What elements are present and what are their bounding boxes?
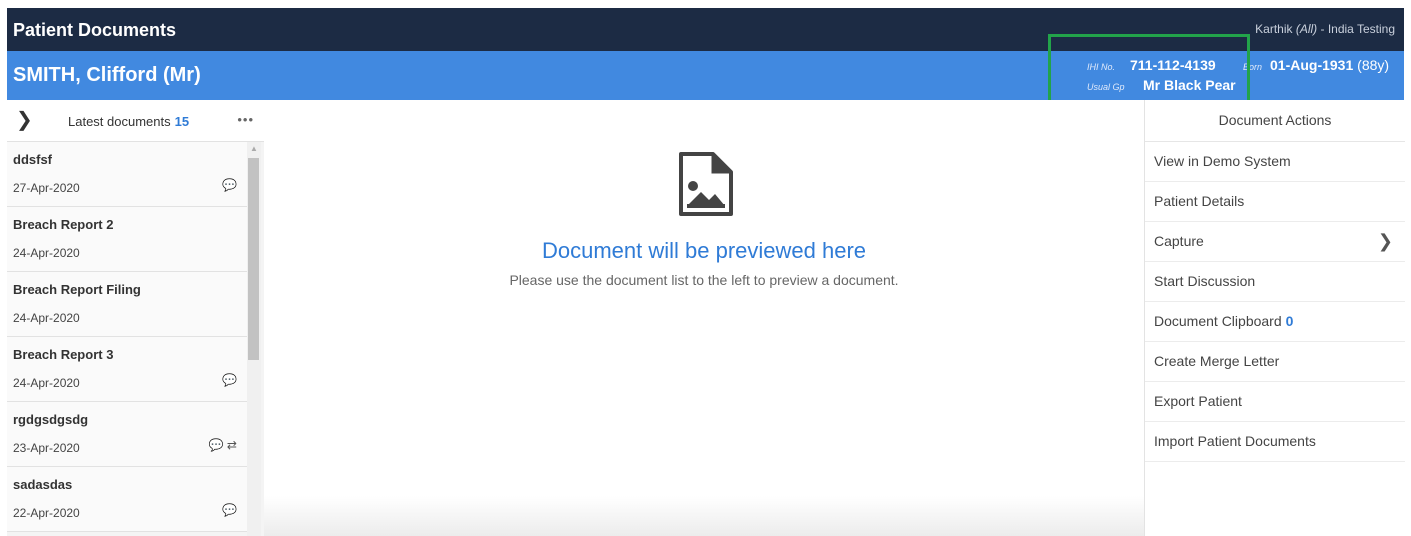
create-merge-letter-button[interactable]: Create Merge Letter bbox=[1145, 342, 1405, 382]
action-label: Document Clipboard bbox=[1154, 313, 1282, 329]
document-name: rgdgsdgsdg bbox=[13, 412, 89, 427]
comment-icon: 💬 bbox=[222, 503, 237, 517]
document-date: 23-Apr-2020 bbox=[13, 441, 80, 455]
document-actions-panel: Document Actions View in Demo System Pat… bbox=[1144, 100, 1405, 536]
action-label: Capture bbox=[1154, 233, 1204, 249]
document-name: sadasdas bbox=[13, 477, 73, 492]
action-label: Export Patient bbox=[1154, 393, 1242, 409]
action-label: Start Discussion bbox=[1154, 273, 1256, 289]
document-list-header: ❯ Latest documents 15 ••• bbox=[7, 100, 264, 142]
highlight-box bbox=[1048, 34, 1250, 108]
document-date: 24-Apr-2020 bbox=[13, 311, 80, 325]
document-name: Breach Report Filing bbox=[13, 282, 141, 297]
document-date: 24-Apr-2020 bbox=[13, 246, 80, 260]
view-in-demo-system-button[interactable]: View in Demo System bbox=[1145, 142, 1405, 182]
action-label: Create Merge Letter bbox=[1154, 353, 1280, 369]
document-clipboard-button[interactable]: Document Clipboard 0 bbox=[1145, 302, 1405, 342]
expand-chevron-icon[interactable]: ❯ bbox=[16, 110, 33, 130]
document-list-panel: ❯ Latest documents 15 ••• ddsfsf 27-Apr-2… bbox=[7, 100, 265, 536]
chevron-right-icon: ❯ bbox=[1377, 231, 1393, 251]
preview-subtitle: Please use the document list to the left… bbox=[509, 272, 899, 288]
comment-repeat-icon: 💬 ⇄ bbox=[208, 438, 237, 452]
user-name: Karthik bbox=[1255, 22, 1293, 36]
action-label: Import Patient Documents bbox=[1154, 433, 1316, 449]
page-title: Patient Documents bbox=[13, 20, 177, 40]
list-item[interactable]: rgdgsdgsdg 23-Apr-2020 💬 ⇄ bbox=[7, 402, 247, 467]
action-label: View in Demo System bbox=[1154, 153, 1291, 169]
clipboard-count: 0 bbox=[1285, 313, 1294, 329]
more-options-icon[interactable]: ••• bbox=[237, 112, 254, 127]
patient-name: SMITH, Clifford (Mr) bbox=[13, 64, 201, 86]
document-list: ddsfsf 27-Apr-2020 💬 Breach Report 2 24-… bbox=[7, 142, 247, 532]
capture-button[interactable]: Capture ❯ bbox=[1145, 222, 1405, 262]
document-actions-title: Document Actions bbox=[1145, 100, 1405, 142]
document-name: ddsfsf bbox=[13, 152, 52, 167]
list-item[interactable]: Breach Report 2 24-Apr-2020 bbox=[7, 207, 247, 272]
document-date: 24-Apr-2020 bbox=[13, 376, 80, 390]
document-date: 27-Apr-2020 bbox=[13, 181, 80, 195]
comment-icon: 💬 bbox=[222, 178, 237, 192]
comment-icon: 💬 bbox=[222, 373, 237, 387]
preview-title: Document will be previewed here bbox=[541, 238, 867, 263]
document-name: Breach Report 3 bbox=[13, 347, 114, 362]
export-patient-button[interactable]: Export Patient bbox=[1145, 382, 1405, 422]
document-preview: Document will be previewed here Please u… bbox=[264, 100, 1144, 536]
document-date: 22-Apr-2020 bbox=[13, 506, 80, 520]
document-count: 15 bbox=[174, 114, 190, 129]
list-item[interactable]: Breach Report 3 24-Apr-2020 💬 bbox=[7, 337, 247, 402]
patient-details-button[interactable]: Patient Details bbox=[1145, 182, 1405, 222]
dob-value: 01-Aug-1931 (88y) bbox=[1270, 57, 1389, 73]
start-discussion-button[interactable]: Start Discussion bbox=[1145, 262, 1405, 302]
scrollbar-thumb[interactable] bbox=[248, 158, 259, 360]
bottom-fade bbox=[264, 496, 1144, 536]
user-info[interactable]: Karthik (All) - India Testing bbox=[1255, 22, 1395, 36]
dob: 01-Aug-1931 bbox=[1270, 57, 1354, 73]
document-name: Breach Report 2 bbox=[13, 217, 114, 232]
action-label: Patient Details bbox=[1154, 193, 1245, 209]
import-patient-documents-button[interactable]: Import Patient Documents bbox=[1145, 422, 1405, 462]
user-scope: (All) bbox=[1295, 22, 1318, 36]
age: (88y) bbox=[1357, 57, 1390, 73]
list-item[interactable]: ddsfsf 27-Apr-2020 💬 bbox=[7, 142, 247, 207]
scroll-up-icon[interactable]: ▲ bbox=[250, 144, 258, 153]
document-list-label: Latest documents bbox=[68, 114, 171, 129]
document-list-title: Latest documents 15 bbox=[68, 114, 189, 129]
user-org: - India Testing bbox=[1317, 22, 1396, 36]
image-document-icon bbox=[679, 152, 733, 216]
list-item[interactable]: Breach Report Filing 24-Apr-2020 bbox=[7, 272, 247, 337]
list-item[interactable]: sadasdas 22-Apr-2020 💬 bbox=[7, 467, 247, 532]
